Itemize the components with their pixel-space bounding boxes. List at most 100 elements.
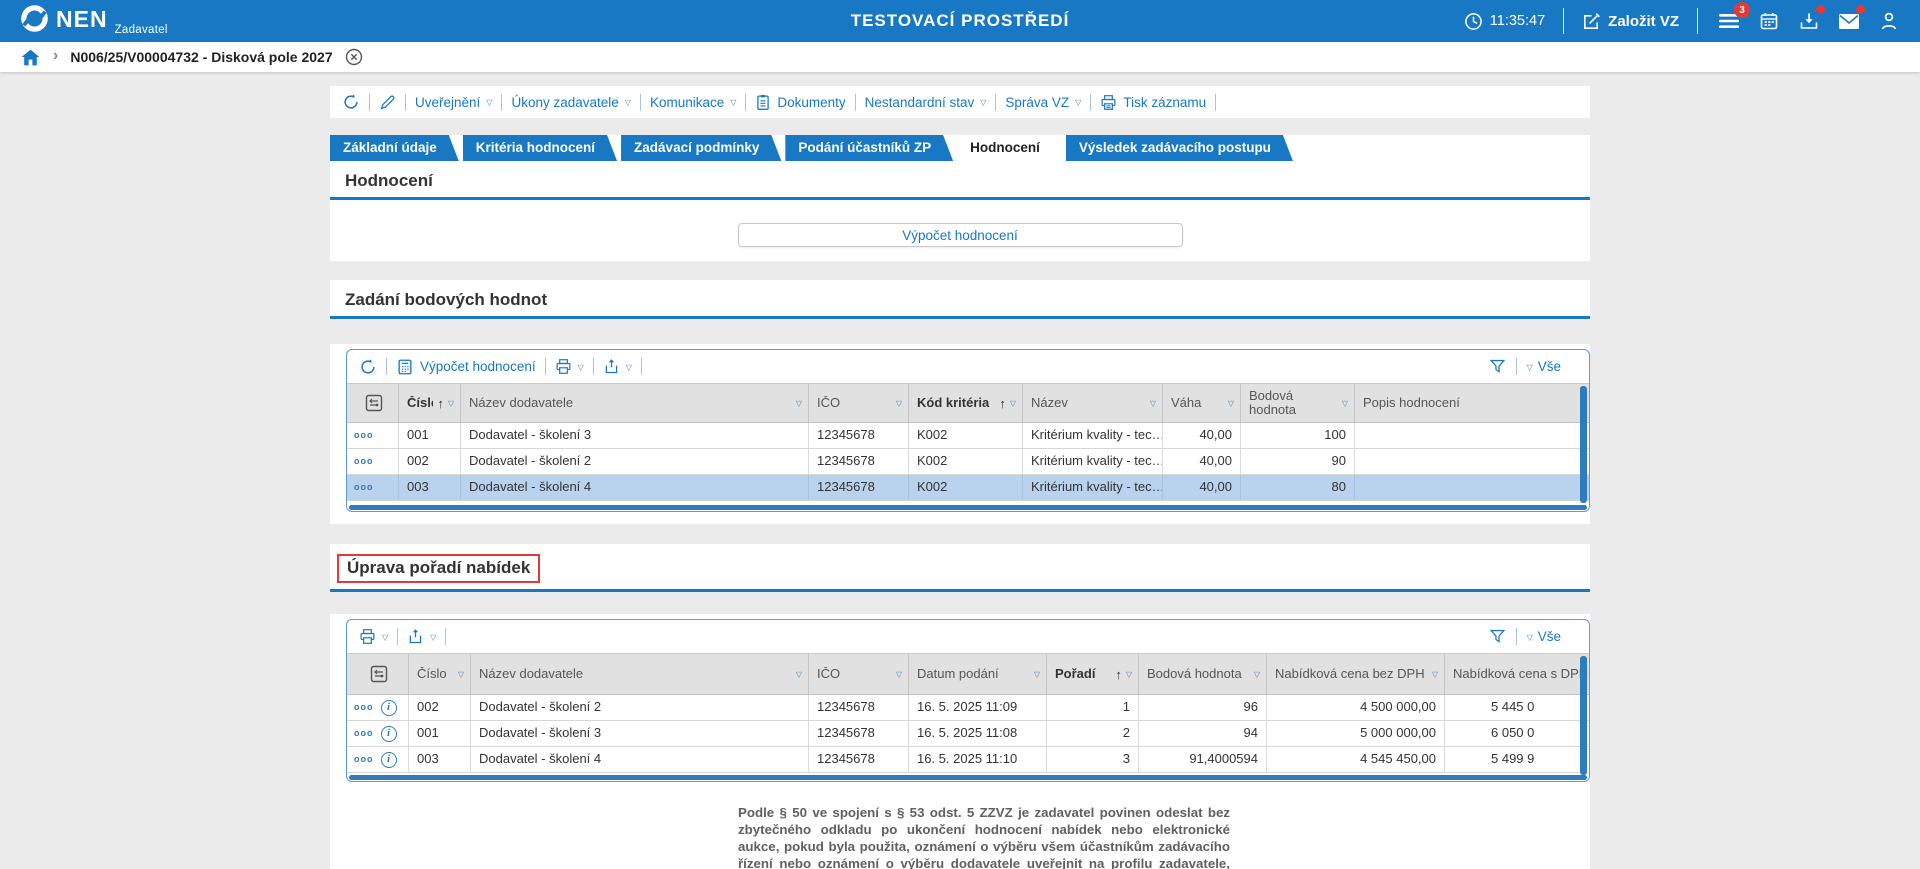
menu-dokumenty[interactable]: Dokumenty	[755, 94, 845, 111]
column-header-cislo[interactable]: Číslo ↑ ▽	[399, 384, 461, 422]
horizontal-scrollbar[interactable]	[349, 775, 1587, 780]
vertical-scrollbar[interactable]	[1580, 656, 1587, 775]
menu-label: Dokumenty	[777, 95, 845, 110]
caret-down-icon: ▽	[796, 398, 802, 408]
column-header-poradi[interactable]: Pořadí ↑ ▽	[1047, 654, 1139, 694]
page-background: Uveřejnění ▽ Úkony zadavatele ▽ Komunika…	[0, 72, 1920, 869]
column-header-bodova-hodnota[interactable]: Bodová hodnota ▽	[1139, 654, 1267, 694]
row-menu-icon[interactable]: ooo	[354, 457, 374, 466]
table-row[interactable]: ooo i 002 Dodavatel - školení 2 12345678…	[347, 695, 1589, 721]
column-header-cena-s-dph[interactable]: Nabídková cena s DPH	[1445, 654, 1590, 694]
divider	[1090, 94, 1091, 111]
filter-icon[interactable]	[1489, 358, 1506, 375]
column-header-ico[interactable]: IČO ▽	[809, 384, 909, 422]
column-header-nazev-dodavatele[interactable]: Název dodavatele ▽	[461, 384, 809, 422]
separator-band	[330, 592, 1590, 614]
tab-podani-ucastniku[interactable]: Podání účastníků ZP	[785, 135, 953, 161]
calendar-icon	[1759, 11, 1779, 31]
row-menu-icon[interactable]: ooo	[354, 729, 374, 738]
menu-ukony-zadavatele[interactable]: Úkony zadavatele ▽	[511, 95, 630, 110]
user-profile-button[interactable]	[1876, 9, 1902, 33]
create-vz-button[interactable]: Založit VZ	[1582, 12, 1679, 31]
download-tray-icon	[1799, 11, 1819, 31]
tab-kriteria-hodnoceni[interactable]: Kritéria hodnocení	[463, 135, 617, 161]
compute-evaluation-action[interactable]: Výpočet hodnocení	[396, 358, 536, 376]
record-panel: Uveřejnění ▽ Úkony zadavatele ▽ Komunika…	[330, 86, 1590, 869]
caret-down-icon: ▽	[626, 362, 632, 372]
document-icon	[755, 94, 771, 111]
column-header-kod-kriteria[interactable]: Kód kritéria ↑ ▽	[909, 384, 1023, 422]
calendar-button[interactable]	[1756, 9, 1782, 33]
info-icon[interactable]: i	[381, 726, 397, 742]
column-header-nazev-dodavatele[interactable]: Název dodavatele ▽	[471, 654, 809, 694]
home-icon[interactable]	[20, 48, 41, 67]
menu-komunikace[interactable]: Komunikace ▽	[650, 95, 736, 110]
tab-zakladni-udaje[interactable]: Základní údaje	[330, 135, 459, 161]
horizontal-scrollbar[interactable]	[349, 505, 1587, 510]
action-label: Výpočet hodnocení	[420, 359, 536, 374]
info-icon[interactable]: i	[381, 752, 397, 768]
column-header-nazev[interactable]: Název ▽	[1023, 384, 1163, 422]
column-settings-button[interactable]	[347, 654, 409, 694]
menu-nestandardni-stav[interactable]: Nestandardní stav ▽	[865, 95, 987, 110]
menu-label: Uveřejnění	[415, 95, 480, 110]
column-header-cena-bez-dph[interactable]: Nabídková cena bez DPH ▽	[1267, 654, 1445, 694]
caret-down-icon: ▽	[730, 97, 736, 107]
main-menu-button[interactable]: 3	[1716, 9, 1742, 33]
print-button[interactable]: ▽	[555, 358, 584, 375]
view-all-dropdown[interactable]: ▽ Vše	[1527, 629, 1561, 644]
table-row[interactable]: ooo 001 Dodavatel - školení 3 12345678 K…	[347, 423, 1589, 449]
nen-logo[interactable]: NEN Zadavatel	[20, 4, 168, 38]
refresh-button[interactable]	[342, 93, 360, 111]
edit-button[interactable]	[379, 94, 396, 111]
filter-icon[interactable]	[1489, 628, 1506, 645]
view-all-dropdown[interactable]: ▽ Vše	[1527, 359, 1561, 374]
export-button[interactable]: ▽	[407, 628, 436, 645]
menu-sprava-vz[interactable]: Správa VZ ▽	[1005, 95, 1081, 110]
section-hodnoceni-header: Hodnocení	[330, 161, 1590, 200]
row-menu-icon[interactable]: ooo	[354, 703, 374, 712]
menu-uverejneni[interactable]: Uveřejnění ▽	[415, 95, 492, 110]
menu-tisk-zaznamu[interactable]: Tisk záznamu	[1100, 94, 1206, 111]
column-header-datum-podani[interactable]: Datum podání ▽	[909, 654, 1047, 694]
caret-down-icon: ▽	[980, 97, 986, 107]
tab-zadavaci-podminky[interactable]: Zadávací podmínky	[621, 135, 781, 161]
info-icon[interactable]: i	[381, 700, 397, 716]
row-menu-icon[interactable]: ooo	[354, 755, 374, 764]
column-header-vaha[interactable]: Váha ▽	[1163, 384, 1241, 422]
caret-down-icon: ▽	[1342, 398, 1348, 408]
export-icon	[603, 358, 620, 375]
caret-down-icon: ▽	[1126, 669, 1132, 679]
mail-alert-dot	[1856, 5, 1865, 14]
table-row[interactable]: ooo i 001 Dodavatel - školení 3 12345678…	[347, 721, 1589, 747]
column-settings-button[interactable]	[347, 384, 399, 422]
divider	[445, 628, 446, 645]
row-menu-icon[interactable]: ooo	[354, 431, 374, 440]
column-header-cislo[interactable]: Číslo ▽	[409, 654, 471, 694]
separator-band	[330, 261, 1590, 280]
printer-icon	[359, 628, 376, 645]
refresh-button[interactable]	[359, 358, 377, 376]
compute-evaluation-button[interactable]: Výpočet hodnocení	[738, 223, 1183, 247]
export-button[interactable]: ▽	[603, 358, 632, 375]
print-button[interactable]: ▽	[359, 628, 388, 645]
caret-down-icon: ▽	[896, 398, 902, 408]
section-body-points-header: Zadání bodových hodnot	[330, 280, 1590, 319]
messages-button[interactable]	[1836, 9, 1862, 33]
column-header-bodova-hodnota[interactable]: Bodová hodnota ▽	[1241, 384, 1355, 422]
vertical-scrollbar[interactable]	[1580, 386, 1587, 503]
close-record-icon[interactable]	[345, 48, 363, 66]
tab-hodnoceni[interactable]: Hodnocení	[957, 135, 1062, 161]
printer-icon	[555, 358, 572, 375]
tab-vysledek[interactable]: Výsledek zadávacího postupu	[1066, 135, 1293, 161]
divider	[855, 94, 856, 111]
divider	[501, 94, 502, 111]
table-row-selected[interactable]: ooo 003 Dodavatel - školení 4 12345678 K…	[347, 475, 1589, 501]
column-header-popis-hodnoceni[interactable]: Popis hodnocení	[1355, 384, 1590, 422]
downloads-button[interactable]	[1796, 9, 1822, 33]
table-row[interactable]: ooo i 003 Dodavatel - školení 4 12345678…	[347, 747, 1589, 773]
table-row[interactable]: ooo 002 Dodavatel - školení 2 12345678 K…	[347, 449, 1589, 475]
time-text: 11:35:47	[1490, 13, 1545, 29]
row-menu-icon[interactable]: ooo	[354, 483, 374, 492]
column-header-ico[interactable]: IČO ▽	[809, 654, 909, 694]
